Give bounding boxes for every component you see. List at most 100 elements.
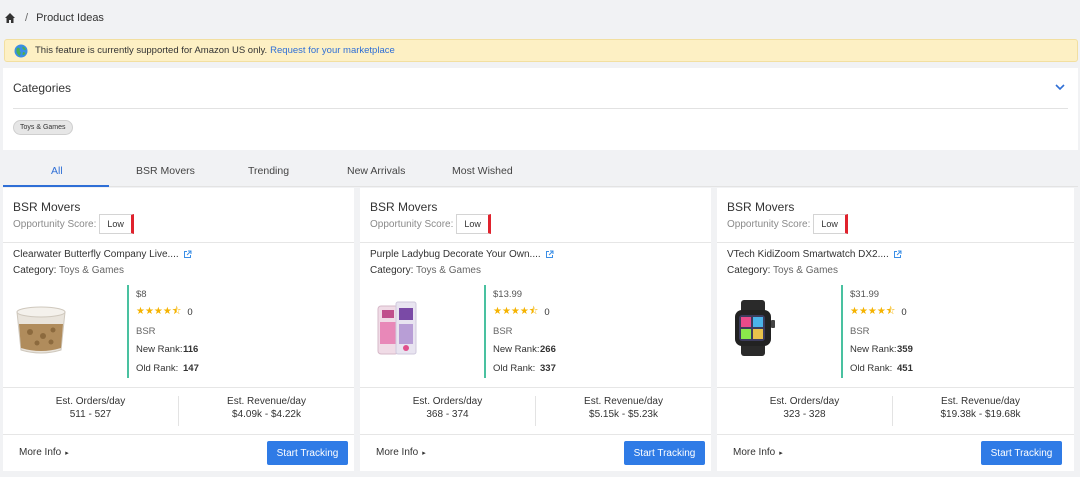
product-category: Category: Toys & Games [727, 265, 838, 276]
product-name-text[interactable]: Purple Ladybug Decorate Your Own.... [370, 249, 541, 260]
new-rank-value: 116 [183, 344, 199, 356]
new-rank-value: 359 [897, 344, 913, 356]
old-rank-row: Old Rank: 147 [136, 359, 199, 378]
product-name[interactable]: Purple Ladybug Decorate Your Own.... [370, 249, 554, 260]
card-section-title: BSR Movers [727, 200, 795, 214]
review-count: 0 [544, 307, 550, 319]
est-revenue-label: Est. Revenue/day [941, 396, 1020, 407]
marketplace-notice: This feature is currently supported for … [4, 39, 1078, 62]
old-rank-value: 451 [897, 362, 913, 374]
opportunity-badge: Low [813, 214, 848, 234]
more-info-label[interactable]: More Info [19, 447, 61, 458]
product-name[interactable]: Clearwater Butterfly Company Live.... [13, 249, 192, 260]
review-count: 0 [187, 307, 193, 319]
product-image[interactable] [727, 298, 783, 358]
old-rank-row: Old Rank: 337 [493, 359, 556, 378]
card-section-title: BSR Movers [13, 200, 81, 214]
new-rank-row: New Rank: 266 [493, 341, 556, 360]
breadcrumb-separator: / [25, 12, 29, 24]
external-link-icon[interactable] [545, 250, 554, 259]
est-orders: Est. Orders/day 323 - 328 [717, 395, 892, 421]
more-info-link[interactable]: More Info ▸ [376, 447, 426, 458]
est-revenue: Est. Revenue/day $5.15k - $5.23k [536, 395, 711, 421]
product-card: BSR Movers Opportunity Score: Low Purple… [360, 188, 711, 471]
star-rating-icon: ★★★★⯪ [850, 306, 896, 318]
tab-all[interactable]: All [51, 165, 63, 177]
product-stats: $31.99 ★★★★⯪ 0 BSR New Rank: 359 Old Ran… [841, 285, 913, 378]
external-link-icon[interactable] [893, 250, 902, 259]
bsr-label: BSR [850, 325, 870, 337]
new-rank-label: New Rank: [493, 344, 540, 356]
category-tag[interactable]: Toys & Games [13, 120, 73, 135]
star-rating-icon: ★★★★⯪ [493, 306, 539, 318]
tab-new-arrivals[interactable]: New Arrivals [347, 165, 405, 177]
product-image[interactable] [370, 298, 426, 358]
card-divider [360, 242, 711, 243]
card-divider [3, 242, 354, 243]
product-card: BSR Movers Opportunity Score: Low Clearw… [3, 188, 354, 471]
product-name-text[interactable]: VTech KidiZoom Smartwatch DX2.... [727, 249, 889, 260]
tab-bsr-movers[interactable]: BSR Movers [136, 165, 195, 177]
caret-right-icon: ▸ [779, 449, 783, 457]
request-marketplace-link[interactable]: Request for your marketplace [270, 45, 395, 56]
old-rank-value: 337 [540, 362, 556, 374]
opportunity-badge: Low [99, 214, 134, 234]
rating-row: ★★★★⯪ 0 [136, 304, 199, 323]
new-rank-value: 266 [540, 344, 556, 356]
product-category: Category: Toys & Games [13, 265, 124, 276]
more-info-link[interactable]: More Info ▸ [19, 447, 69, 458]
opportunity-label: Opportunity Score: [727, 218, 811, 230]
categories-panel: Categories Toys & Games [3, 68, 1078, 150]
category-label: Category: [727, 265, 771, 276]
old-rank-row: Old Rank: 451 [850, 359, 913, 378]
product-price: $13.99 [493, 288, 523, 300]
start-tracking-button[interactable]: Start Tracking [981, 441, 1062, 465]
new-rank-label: New Rank: [850, 344, 897, 356]
more-info-label[interactable]: More Info [733, 447, 775, 458]
active-tab-indicator [3, 185, 109, 187]
card-divider [3, 434, 354, 435]
product-stats: $13.99 ★★★★⯪ 0 BSR New Rank: 266 Old Ran… [484, 285, 556, 378]
estimates: Est. Orders/day 323 - 328 Est. Revenue/d… [717, 388, 1074, 434]
est-orders-value: 511 - 527 [69, 409, 112, 420]
est-revenue: Est. Revenue/day $19.38k - $19.68k [893, 395, 1068, 421]
product-price: $8 [136, 288, 147, 300]
est-orders-value: 323 - 328 [783, 409, 826, 420]
product-name-text[interactable]: Clearwater Butterfly Company Live.... [13, 249, 179, 260]
review-count: 0 [901, 307, 907, 319]
more-info-link[interactable]: More Info ▸ [733, 447, 783, 458]
opportunity-score: Opportunity Score: Low [370, 214, 491, 234]
old-rank-label: Old Rank: [136, 362, 179, 374]
est-revenue-label: Est. Revenue/day [584, 396, 663, 407]
opportunity-score: Opportunity Score: Low [13, 214, 134, 234]
opportunity-label: Opportunity Score: [370, 218, 454, 230]
home-icon[interactable] [4, 12, 16, 24]
opportunity-score: Opportunity Score: Low [727, 214, 848, 234]
tab-trending[interactable]: Trending [248, 165, 289, 177]
new-rank-row: New Rank: 359 [850, 341, 913, 360]
estimates: Est. Orders/day 511 - 527 Est. Revenue/d… [3, 388, 354, 434]
start-tracking-button[interactable]: Start Tracking [624, 441, 705, 465]
tab-most-wished[interactable]: Most Wished [452, 165, 513, 177]
card-divider [717, 434, 1074, 435]
old-rank-value: 147 [183, 362, 199, 374]
breadcrumb: / Product Ideas [4, 11, 104, 25]
categories-title: Categories [13, 81, 72, 95]
star-rating-icon: ★★★★⯪ [136, 306, 182, 318]
card-divider [360, 434, 711, 435]
bsr-label: BSR [493, 325, 513, 337]
product-name[interactable]: VTech KidiZoom Smartwatch DX2.... [727, 249, 902, 260]
old-rank-label: Old Rank: [493, 362, 536, 374]
start-tracking-button[interactable]: Start Tracking [267, 441, 348, 465]
more-info-label[interactable]: More Info [376, 447, 418, 458]
chevron-down-icon[interactable] [1055, 83, 1065, 91]
globe-icon [14, 44, 28, 57]
external-link-icon[interactable] [183, 250, 192, 259]
product-image[interactable] [13, 298, 69, 358]
opportunity-badge: Low [456, 214, 491, 234]
est-orders-label: Est. Orders/day [769, 396, 840, 407]
est-orders-value: 368 - 374 [426, 409, 469, 420]
est-revenue-value: $19.38k - $19.68k [940, 409, 1021, 420]
est-orders: Est. Orders/day 511 - 527 [3, 395, 178, 421]
notice-text: This feature is currently supported for … [35, 45, 268, 56]
